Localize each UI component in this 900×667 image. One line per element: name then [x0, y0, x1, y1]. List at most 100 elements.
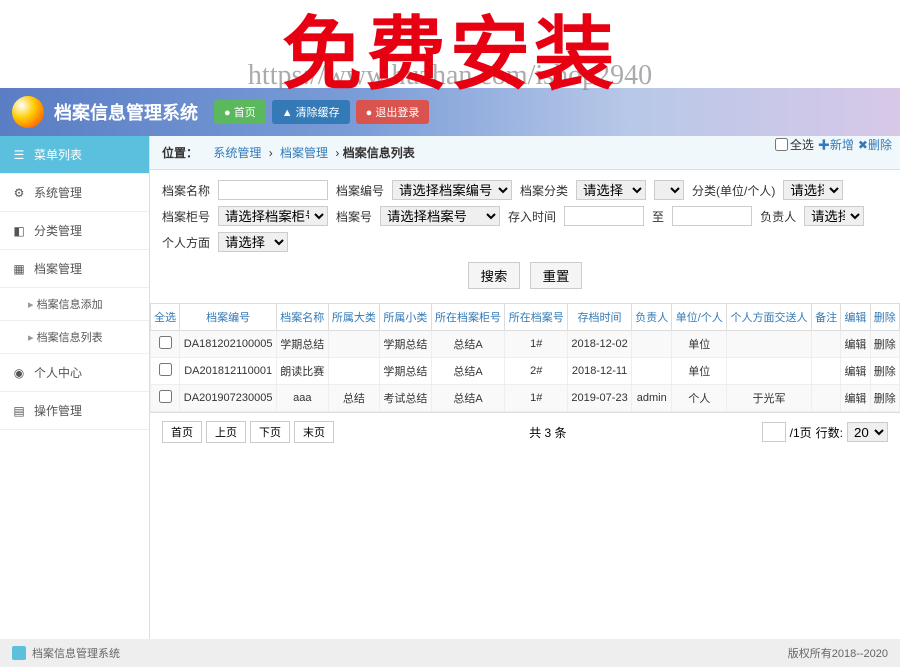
sidebar-item-personal[interactable]: ◉个人中心 [0, 354, 149, 392]
cab-select[interactable]: 请选择档案柜号 [218, 206, 328, 226]
delete-link[interactable]: ✖删除 [858, 136, 892, 153]
room-select[interactable]: 请选择档案号 [380, 206, 500, 226]
cell: DA181202100005 [180, 331, 277, 358]
col-header: 所在档案号 [505, 304, 568, 331]
cell: 总结 [328, 385, 380, 412]
row-checkbox[interactable] [159, 363, 172, 376]
col-select-all[interactable]: 全选 [151, 304, 180, 331]
delete-link[interactable]: 删除 [870, 385, 899, 412]
search-button[interactable]: 搜索 [468, 262, 521, 289]
clear-cache-button[interactable]: ▲ 清除缓存 [272, 100, 350, 124]
time-from-input[interactable] [564, 206, 644, 226]
row-checkbox[interactable] [159, 336, 172, 349]
row-checkbox[interactable] [159, 390, 172, 403]
footer-title: 档案信息管理系统 [32, 645, 120, 661]
cell [812, 358, 841, 385]
last-page-button[interactable]: 末页 [294, 421, 334, 443]
cell: 总结A [431, 358, 505, 385]
col-header: 单位/个人 [672, 304, 727, 331]
table-row: DA201907230005aaa总结考试总结总结A1#2019-07-23ad… [151, 385, 900, 412]
sidebar-sub-archive-add[interactable]: 档案信息添加 [0, 288, 149, 321]
list-icon: ▤ [12, 404, 26, 418]
aspect-select[interactable]: 请选择 [218, 232, 288, 252]
breadcrumb-lv1[interactable]: 系统管理 [213, 146, 261, 160]
cell: 学期总结 [380, 331, 432, 358]
edit-link[interactable]: 编辑 [841, 331, 870, 358]
delete-link[interactable]: 删除 [870, 358, 899, 385]
sidebar-sub-archive-list[interactable]: 档案信息列表 [0, 321, 149, 354]
select-all-top[interactable]: 全选 [775, 136, 814, 153]
cell [632, 331, 672, 358]
logout-button[interactable]: ● 退出登录 [356, 100, 430, 124]
prev-page-button[interactable]: 上页 [206, 421, 246, 443]
cell [727, 358, 812, 385]
pager-total: 共 3 条 [334, 424, 762, 441]
col-header: 档案名称 [277, 304, 329, 331]
cat-select[interactable]: 请选择 [576, 180, 646, 200]
page-input[interactable] [762, 422, 786, 442]
footer-copyright: 版权所有2018--2020 [788, 645, 888, 661]
sidebar-item-archive[interactable]: ▦档案管理 [0, 250, 149, 288]
cell: 于光军 [727, 385, 812, 412]
time-to-input[interactable] [672, 206, 752, 226]
reset-button[interactable]: 重置 [530, 262, 583, 289]
cell: DA201812110001 [180, 358, 277, 385]
add-link[interactable]: ✚新增 [818, 136, 854, 153]
code-select[interactable]: 请选择档案编号 [392, 180, 512, 200]
col-header: 档案编号 [180, 304, 277, 331]
sidebar-item-category[interactable]: ◧分类管理 [0, 212, 149, 250]
delete-link[interactable]: 删除 [870, 331, 899, 358]
rows-select[interactable]: 20 [847, 422, 888, 442]
person-label: 负责人 [760, 208, 796, 225]
catunit-select[interactable]: 请选择 [783, 180, 843, 200]
cell-unit: 单位 [672, 358, 727, 385]
to-label: 至 [652, 208, 664, 225]
tag-icon: ◧ [12, 224, 26, 238]
name-input[interactable] [218, 180, 328, 200]
cell-unit: 单位 [672, 331, 727, 358]
cell [812, 385, 841, 412]
room-label: 档案号 [336, 208, 372, 225]
cell: 考试总结 [380, 385, 432, 412]
name-label: 档案名称 [162, 182, 210, 199]
col-header: 编辑 [841, 304, 870, 331]
cab-label: 档案柜号 [162, 208, 210, 225]
edit-link[interactable]: 编辑 [841, 358, 870, 385]
pager: 首页 上页 下页 末页 共 3 条 /1页 行数: 20 [150, 412, 900, 451]
col-header: 备注 [812, 304, 841, 331]
cell: admin [632, 385, 672, 412]
first-page-button[interactable]: 首页 [162, 421, 202, 443]
cell: 1# [505, 385, 568, 412]
footer-icon [12, 646, 26, 660]
rows-label: 行数: [816, 424, 843, 441]
sidebar: ☰菜单列表 ⚙系统管理 ◧分类管理 ▦档案管理 档案信息添加 档案信息列表 ◉个… [0, 136, 150, 659]
col-header: 负责人 [632, 304, 672, 331]
sidebar-item-operation[interactable]: ▤操作管理 [0, 392, 149, 430]
cell: 朗读比赛 [277, 358, 329, 385]
cell: 1# [505, 331, 568, 358]
col-header: 个人方面交送人 [727, 304, 812, 331]
edit-link[interactable]: 编辑 [841, 385, 870, 412]
cell-unit: 个人 [672, 385, 727, 412]
folder-icon: ▦ [12, 262, 26, 276]
code-label: 档案编号 [336, 182, 384, 199]
cell [328, 358, 380, 385]
cell: 学期总结 [380, 358, 432, 385]
breadcrumb-lv2[interactable]: 档案管理 [280, 146, 328, 160]
person-select[interactable]: 请选择 [804, 206, 864, 226]
time-label: 存入时间 [508, 208, 556, 225]
breadcrumb-label: 位置： [162, 146, 198, 160]
next-page-button[interactable]: 下页 [250, 421, 290, 443]
cell: 2018-12-02 [568, 331, 632, 358]
header: 档案信息管理系统 ● 首页 ▲ 清除缓存 ● 退出登录 [0, 88, 900, 136]
sidebar-item-system[interactable]: ⚙系统管理 [0, 174, 149, 212]
sidebar-menu-list[interactable]: ☰菜单列表 [0, 136, 149, 174]
cell [328, 331, 380, 358]
user-icon: ◉ [12, 366, 26, 380]
data-table: 全选档案编号档案名称所属大类所属小类所在档案柜号所在档案号存档时间负责人单位/个… [150, 303, 900, 412]
cell: 2019-07-23 [568, 385, 632, 412]
home-button[interactable]: ● 首页 [214, 100, 266, 124]
col-header: 所属小类 [380, 304, 432, 331]
cat2-select[interactable] [654, 180, 684, 200]
menu-icon: ☰ [12, 148, 26, 162]
